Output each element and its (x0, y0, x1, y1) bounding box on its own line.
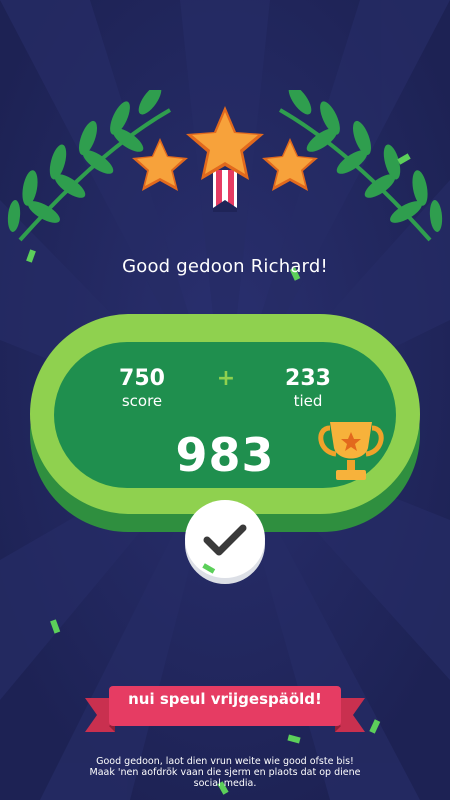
footer-line-2: Maak 'nen aofdrök vaan die sjerm en plao… (89, 767, 361, 778)
time-bonus-label: tied (293, 392, 323, 410)
footer-line-3: social media. (193, 778, 257, 789)
time-bonus-value: 233 (285, 366, 331, 391)
score-label: score (121, 392, 163, 410)
trophy-icon (318, 422, 384, 480)
greeting-text: Good gedoon Richard! (122, 256, 328, 277)
checkmark-icon (202, 524, 247, 574)
total-score: 983 (175, 428, 275, 482)
footer-message: Good gedoon, laot dien vrun weite wie go… (60, 756, 390, 789)
plus-sign: + (216, 366, 236, 391)
score-value: 750 (119, 366, 165, 391)
unlock-banner-text: nui speul vrijgespäöld! (128, 690, 322, 708)
footer-line-1: Good gedoon, laot dien vrun weite wie go… (96, 756, 354, 767)
confirm-button[interactable] (185, 500, 265, 578)
